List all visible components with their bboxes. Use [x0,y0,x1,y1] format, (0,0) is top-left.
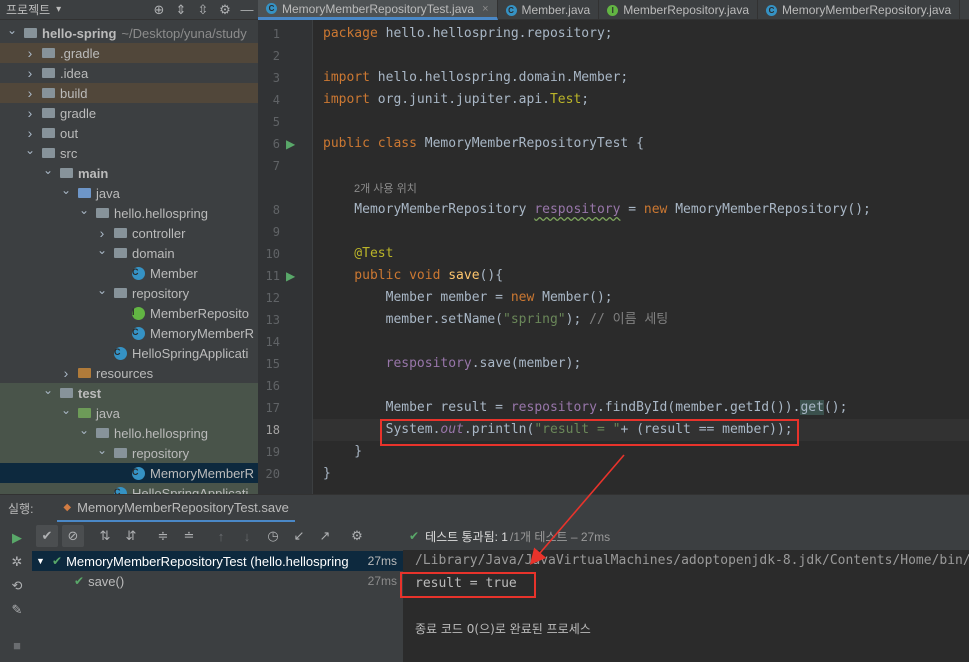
annotation-arrow-svg [529,454,625,565]
annotation-arrow [529,454,625,565]
